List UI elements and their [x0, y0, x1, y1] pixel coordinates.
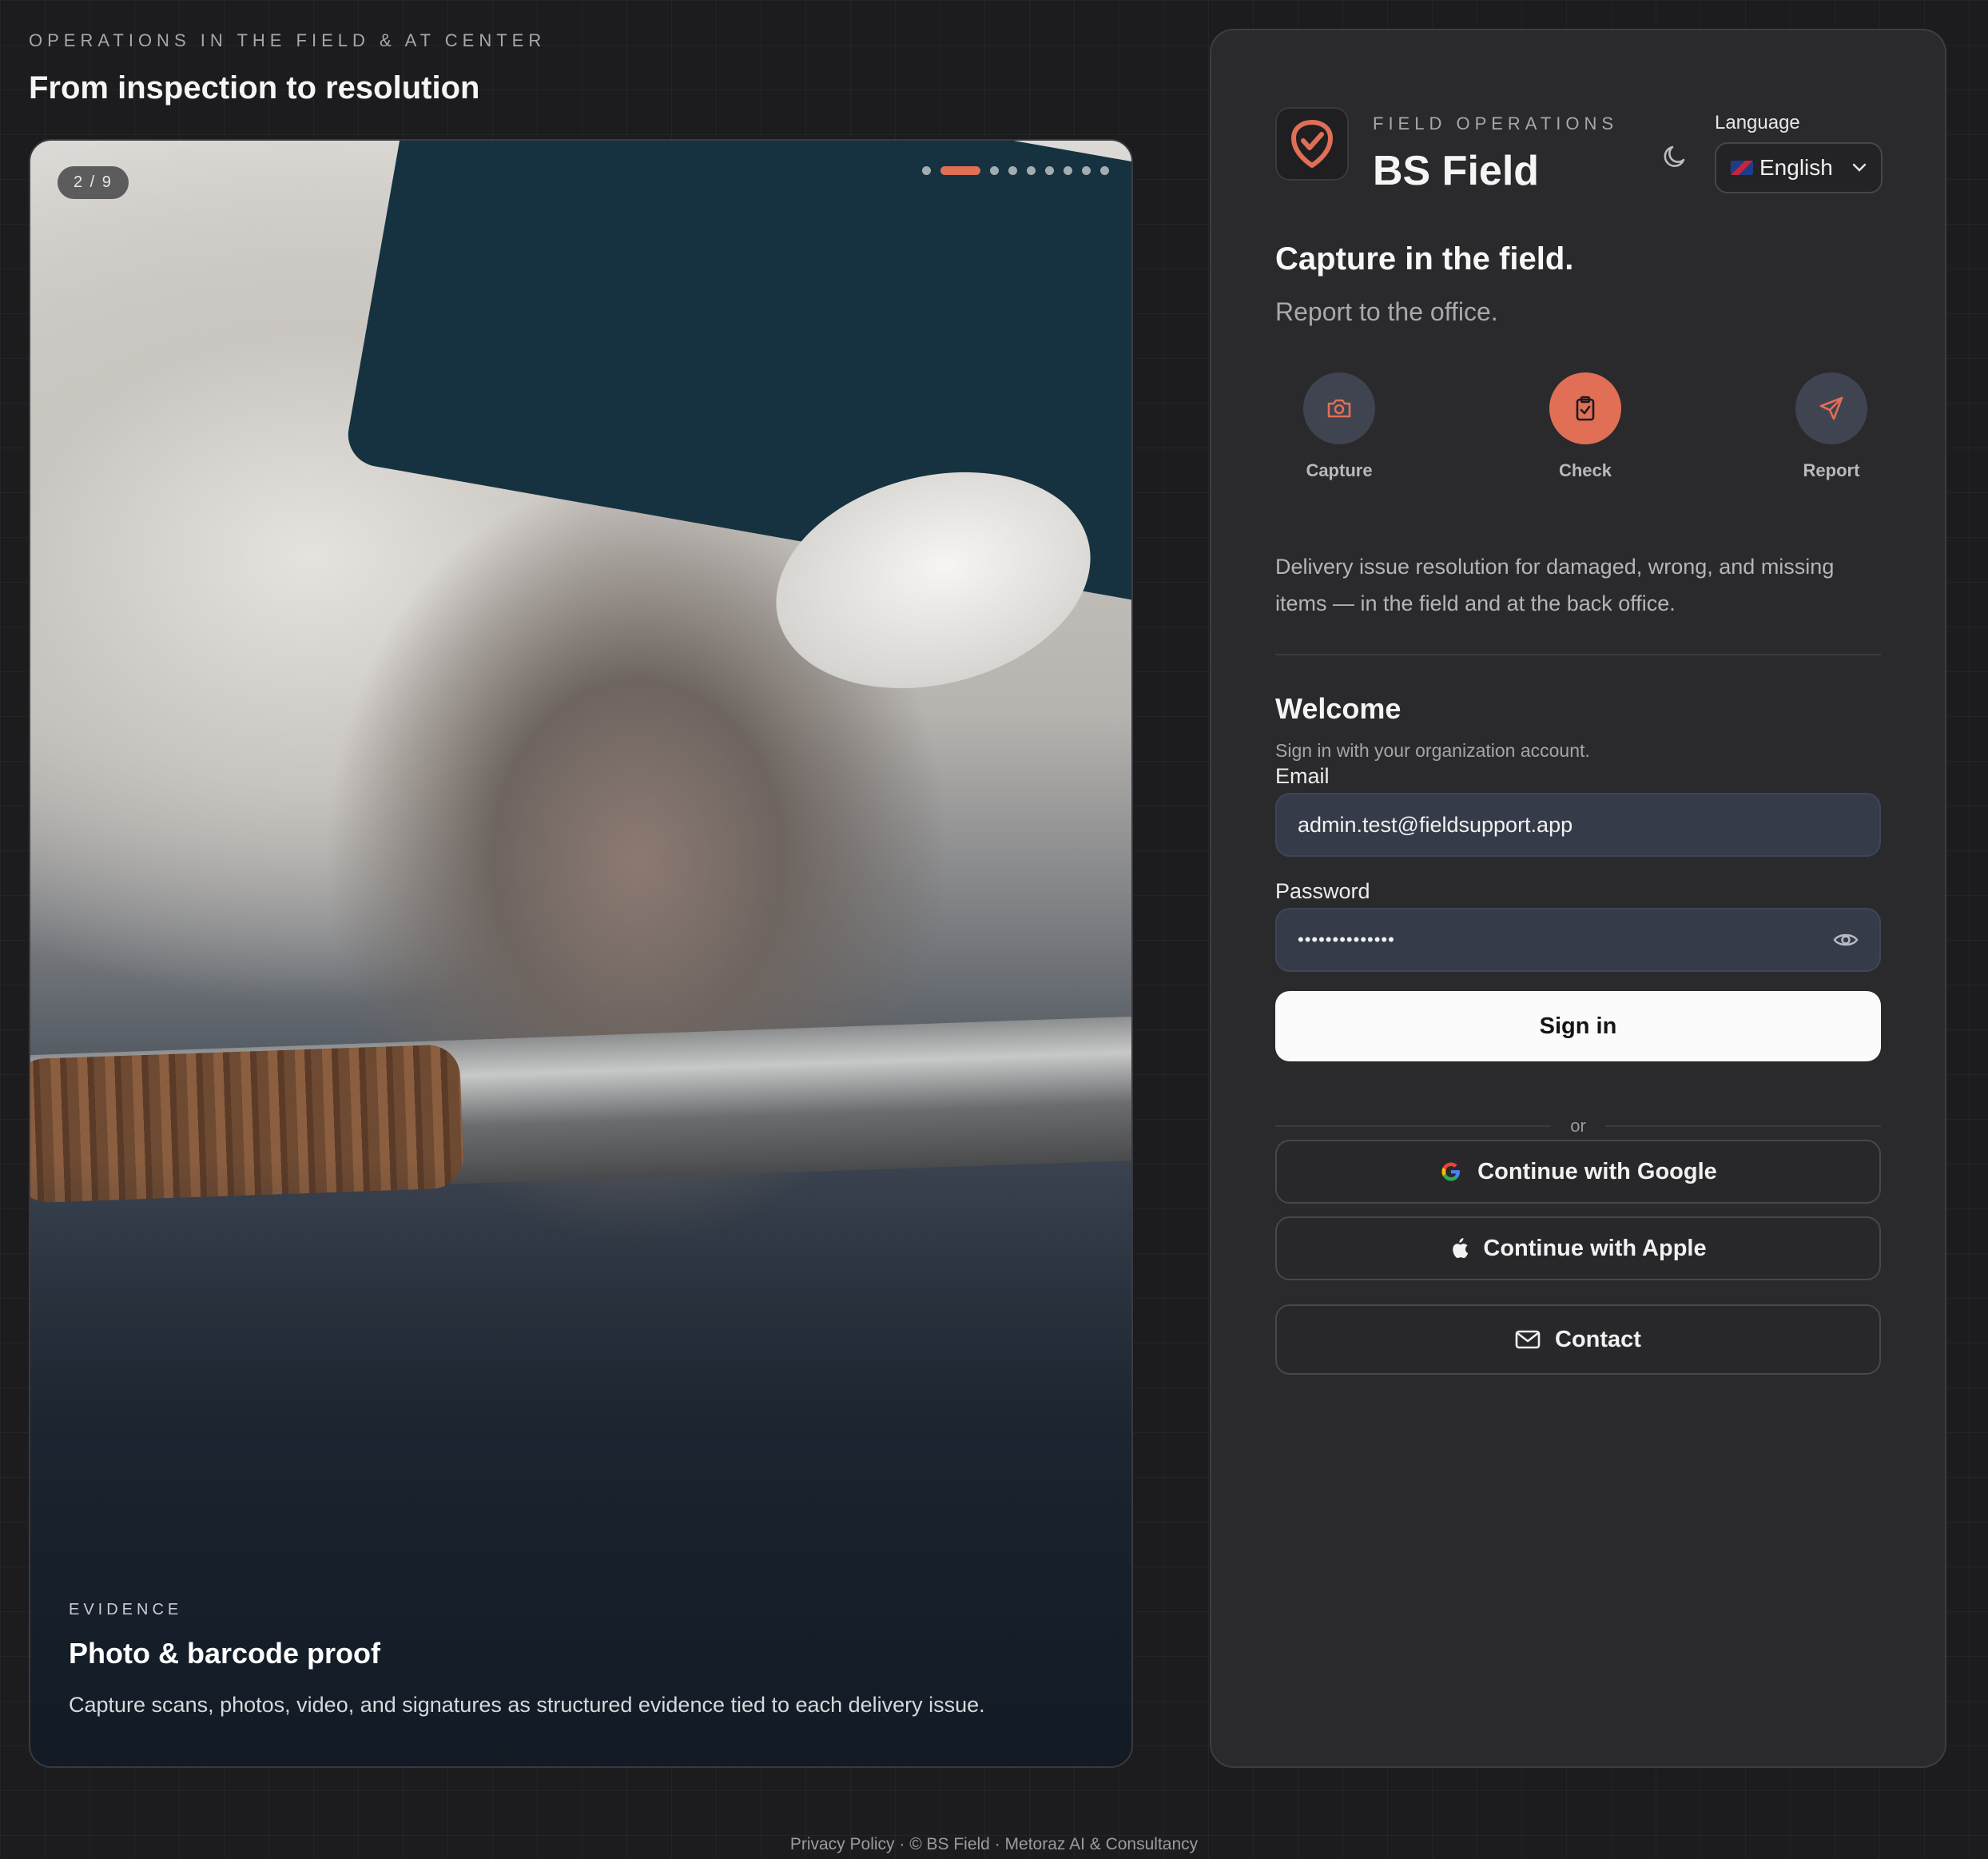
apple-sign-in-button[interactable]: Continue with Apple: [1275, 1216, 1881, 1280]
brand-eyebrow: FIELD OPERATIONS: [1373, 113, 1619, 133]
workflow-steps: Capture Check Report: [1275, 372, 1895, 481]
clipboard-check-icon: [1576, 396, 1595, 421]
footer-copyright: · © BS Field · Metoraz AI & Consultancy: [894, 1835, 1199, 1853]
welcome-subtitle: Sign in with your organization account.: [1275, 740, 1590, 761]
login-panel: FIELD OPERATIONS BS Field Language Engli…: [1210, 29, 1946, 1768]
hero-title: From inspection to resolution: [29, 70, 480, 105]
or-text: or: [1570, 1116, 1586, 1136]
carousel-dot[interactable]: [1027, 166, 1036, 175]
intro-headline: Capture in the field.: [1275, 241, 1574, 277]
chevron-down-icon: [1852, 163, 1867, 172]
carousel-dot[interactable]: [1082, 166, 1091, 175]
carousel-dot[interactable]: [1008, 166, 1017, 175]
step-capture[interactable]: Capture: [1275, 372, 1403, 481]
contact-button-label: Contact: [1555, 1326, 1641, 1352]
slide-title: Photo & barcode proof: [69, 1637, 380, 1670]
step-label: Check: [1558, 460, 1612, 480]
carousel-dot[interactable]: [1045, 166, 1054, 175]
step-label: Capture: [1306, 460, 1373, 480]
step-label: Report: [1803, 460, 1860, 480]
slide-description: Capture scans, photos, video, and signat…: [69, 1693, 985, 1717]
carousel-dots[interactable]: [922, 166, 1109, 175]
hero-eyebrow: OPERATIONS IN THE FIELD & AT CENTER: [29, 30, 547, 50]
carousel-dot[interactable]: [1064, 166, 1072, 175]
carousel-dot-active[interactable]: [940, 166, 980, 175]
password-label: Password: [1275, 879, 1370, 903]
language-label: Language: [1715, 112, 1800, 133]
language-select[interactable]: English: [1715, 142, 1883, 193]
welcome-title: Welcome: [1275, 692, 1402, 725]
mail-icon: [1515, 1330, 1541, 1349]
email-label: Email: [1275, 764, 1330, 788]
theme-toggle-button[interactable]: [1652, 134, 1697, 179]
brand-name: BS Field: [1373, 148, 1540, 194]
camera-icon: [1327, 399, 1351, 418]
intro-subhead: Report to the office.: [1275, 297, 1498, 326]
or-separator: or: [1275, 1116, 1881, 1136]
privacy-policy-link[interactable]: Privacy Policy: [790, 1835, 895, 1853]
password-value: ••••••••••••••: [1298, 930, 1395, 949]
feature-carousel[interactable]: 2 / 9 EVIDENCE Photo & barcode proof Cap…: [29, 139, 1133, 1768]
eye-icon[interactable]: [1833, 931, 1859, 949]
slide-counter: 2 / 9: [58, 166, 129, 199]
brand-logo: [1275, 107, 1349, 181]
contact-button[interactable]: Contact: [1275, 1304, 1881, 1375]
shield-check-icon: [1291, 120, 1333, 168]
apple-button-label: Continue with Apple: [1483, 1235, 1707, 1261]
google-sign-in-button[interactable]: Continue with Google: [1275, 1140, 1881, 1204]
carousel-dot[interactable]: [990, 166, 999, 175]
google-icon: [1441, 1162, 1461, 1181]
step-report[interactable]: Report: [1767, 372, 1895, 481]
moon-icon: [1664, 145, 1685, 167]
send-icon: [1819, 396, 1843, 420]
carousel-dot[interactable]: [1100, 166, 1109, 175]
footer: Privacy Policy · © BS Field · Metoraz AI…: [0, 1835, 1988, 1854]
slide-eyebrow: EVIDENCE: [69, 1601, 183, 1618]
password-field[interactable]: ••••••••••••••: [1275, 908, 1881, 972]
carousel-dot[interactable]: [922, 166, 931, 175]
google-button-label: Continue with Google: [1477, 1158, 1717, 1184]
section-divider: [1275, 654, 1881, 655]
language-value: English: [1759, 155, 1833, 180]
email-field[interactable]: admin.test@fieldsupport.app: [1275, 793, 1881, 857]
sign-in-button[interactable]: Sign in: [1275, 991, 1881, 1061]
product-description: Delivery issue resolution for damaged, w…: [1275, 555, 1835, 615]
email-value: admin.test@fieldsupport.app: [1298, 812, 1573, 837]
slide-caption: EVIDENCE Photo & barcode proof Capture s…: [69, 1601, 1028, 1723]
apple-icon: [1453, 1238, 1469, 1259]
uk-flag-icon: [1731, 161, 1753, 175]
step-check[interactable]: Check: [1521, 372, 1649, 481]
